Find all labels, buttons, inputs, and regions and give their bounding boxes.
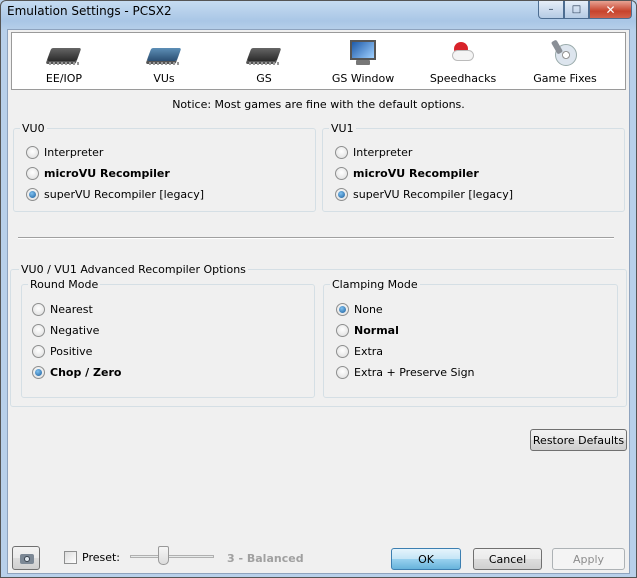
vu1-option-supervu[interactable]: superVU Recompiler [legacy] [335, 188, 513, 201]
pills-icon [446, 40, 480, 66]
vu1-option-interpreter[interactable]: Interpreter [335, 146, 412, 159]
option-label: None [354, 303, 383, 316]
round-option-chop-zero[interactable]: Chop / Zero [32, 366, 121, 379]
option-label: Extra [354, 345, 384, 358]
restore-defaults-button[interactable]: Restore Defaults [530, 429, 627, 451]
radio-button[interactable] [32, 345, 45, 358]
tab-gs-window[interactable]: GS Window [315, 33, 411, 89]
radio-button[interactable] [26, 167, 39, 180]
advanced-group-title: VU0 / VU1 Advanced Recompiler Options [19, 263, 248, 276]
disc-wrench-icon [548, 39, 582, 66]
radio-button[interactable] [336, 366, 349, 379]
tab-ee-iop[interactable]: EE/IOP [16, 33, 112, 89]
option-label: microVU Recompiler [353, 167, 479, 180]
tab-speedhacks[interactable]: Speedhacks [415, 33, 511, 89]
dialog-window: Emulation Settings - PCSX2 – □ ✕ EE/IOP … [0, 0, 637, 578]
round-mode-group: Round Mode Nearest Negative Positive Cho… [21, 278, 315, 398]
monitor-icon [346, 40, 380, 66]
radio-button[interactable] [335, 146, 348, 159]
radio-button-selected[interactable] [335, 188, 348, 201]
preset-checkbox[interactable] [64, 551, 77, 564]
option-label: Extra + Preserve Sign [354, 366, 475, 379]
tab-label: GS [256, 72, 272, 85]
option-label: Negative [50, 324, 100, 337]
vu1-group: VU1 Interpreter microVU Recompiler super… [322, 122, 625, 212]
camera-lens-icon [24, 556, 30, 562]
vu-chip-icon [146, 40, 182, 66]
round-option-positive[interactable]: Positive [32, 345, 92, 358]
dialog-client-area: EE/IOP VUs GS GS Window Speedhacks Game … [7, 29, 630, 574]
vu0-group: VU0 Interpreter microVU Recompiler super… [13, 122, 316, 212]
tab-gs[interactable]: GS [216, 33, 312, 89]
vu1-group-title: VU1 [329, 122, 356, 135]
title-bar[interactable]: Emulation Settings - PCSX2 – □ ✕ [1, 1, 636, 23]
settings-tab-bar: EE/IOP VUs GS GS Window Speedhacks Game … [11, 32, 626, 90]
tab-vus[interactable]: VUs [116, 33, 212, 89]
preset-slider-track[interactable] [130, 555, 214, 558]
tab-game-fixes[interactable]: Game Fixes [517, 33, 613, 89]
clamp-option-extra-preserve-sign[interactable]: Extra + Preserve Sign [336, 366, 475, 379]
tab-label: VUs [153, 72, 175, 85]
notice-text: Notice: Most games are fine with the def… [172, 98, 465, 111]
screenshot-button[interactable] [12, 546, 40, 570]
option-label: Normal [354, 324, 399, 337]
vu1-option-microvu[interactable]: microVU Recompiler [335, 167, 479, 180]
radio-button-selected[interactable] [336, 303, 349, 316]
separator-line [18, 237, 614, 239]
clamping-mode-title: Clamping Mode [330, 278, 420, 291]
preset-value: 3 - Balanced [227, 552, 304, 565]
round-mode-title: Round Mode [28, 278, 101, 291]
option-label: Interpreter [44, 146, 104, 159]
cpu-chip-icon [46, 40, 82, 66]
tab-label: EE/IOP [45, 72, 83, 85]
option-label: Interpreter [353, 146, 413, 159]
clamp-option-normal[interactable]: Normal [336, 324, 399, 337]
radio-button[interactable] [335, 167, 348, 180]
option-label: superVU Recompiler [legacy] [353, 188, 514, 201]
maximize-button[interactable]: □ [564, 1, 589, 19]
radio-button[interactable] [336, 324, 349, 337]
vu0-option-supervu[interactable]: superVU Recompiler [legacy] [26, 188, 204, 201]
tab-label: Speedhacks [429, 72, 497, 85]
preset-slider-thumb[interactable] [158, 546, 169, 565]
radio-button[interactable] [32, 303, 45, 316]
tab-label: GS Window [331, 72, 395, 85]
minimize-button[interactable]: – [538, 1, 564, 19]
radio-button[interactable] [26, 146, 39, 159]
clamp-option-none[interactable]: None [336, 303, 383, 316]
advanced-options-group: VU0 / VU1 Advanced Recompiler Options Ro… [10, 263, 627, 407]
radio-button-selected[interactable] [32, 366, 45, 379]
radio-button[interactable] [336, 345, 349, 358]
round-option-nearest[interactable]: Nearest [32, 303, 93, 316]
vu0-option-interpreter[interactable]: Interpreter [26, 146, 103, 159]
round-option-negative[interactable]: Negative [32, 324, 99, 337]
clamp-option-extra[interactable]: Extra [336, 345, 383, 358]
ok-button[interactable]: OK [391, 548, 461, 570]
tab-label: Game Fixes [533, 72, 597, 85]
apply-button[interactable]: Apply [552, 548, 625, 570]
option-label: Nearest [50, 303, 93, 316]
preset-label: Preset: [82, 551, 121, 564]
option-label: microVU Recompiler [44, 167, 170, 180]
vu0-option-microvu[interactable]: microVU Recompiler [26, 167, 170, 180]
option-label: superVU Recompiler [legacy] [44, 188, 205, 201]
cancel-button[interactable]: Cancel [473, 548, 542, 570]
window-title: Emulation Settings - PCSX2 [7, 4, 172, 18]
radio-button[interactable] [32, 324, 45, 337]
option-label: Chop / Zero [50, 366, 122, 379]
option-label: Positive [50, 345, 93, 358]
vu0-group-title: VU0 [20, 122, 47, 135]
window-controls: – □ ✕ [538, 1, 632, 19]
gs-chip-icon [246, 40, 282, 66]
close-button[interactable]: ✕ [589, 1, 632, 19]
clamping-mode-group: Clamping Mode None Normal Extra Extra + … [323, 278, 618, 398]
radio-button-selected[interactable] [26, 188, 39, 201]
